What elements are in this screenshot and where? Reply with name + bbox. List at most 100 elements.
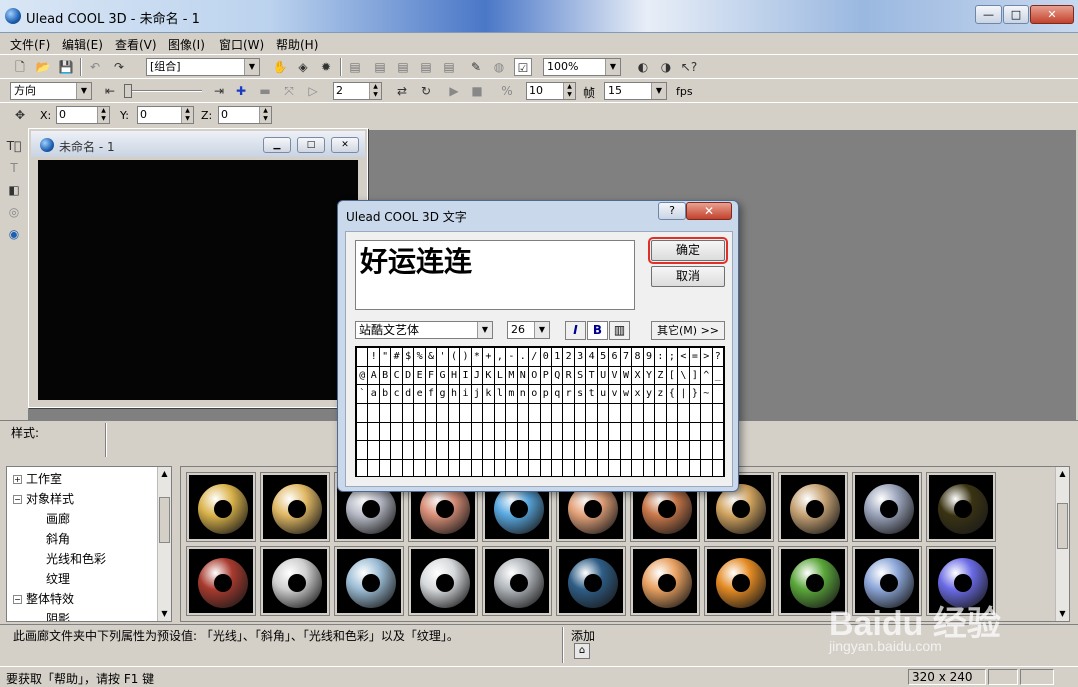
character-cell[interactable] — [470, 459, 484, 476]
character-cell[interactable]: j — [470, 384, 484, 405]
reverse-icon[interactable]: ▷ — [304, 82, 322, 100]
character-cell[interactable] — [677, 403, 690, 423]
character-cell[interactable] — [665, 421, 679, 442]
character-cell[interactable]: 8 — [631, 347, 644, 367]
character-cell[interactable] — [528, 459, 541, 476]
character-cell[interactable] — [608, 403, 621, 423]
character-cell[interactable] — [505, 421, 518, 442]
menu-view[interactable]: 查看(V) — [115, 36, 157, 53]
character-cell[interactable]: t — [585, 384, 598, 405]
character-cell[interactable] — [516, 440, 530, 461]
character-cell[interactable] — [493, 440, 507, 461]
scroll-down-icon[interactable]: ▼ — [1056, 607, 1069, 621]
remove-keyframe-icon[interactable]: ▬ — [256, 82, 274, 100]
character-cell[interactable]: Y — [642, 365, 656, 386]
character-cell[interactable] — [378, 440, 392, 461]
character-cell[interactable]: X — [631, 365, 644, 386]
character-cell[interactable] — [505, 440, 518, 461]
character-cell[interactable]: g — [436, 384, 449, 405]
character-cell[interactable]: F — [424, 365, 438, 386]
character-cell[interactable]: m — [505, 384, 518, 405]
ok-button[interactable]: 确定 — [648, 237, 728, 264]
character-cell[interactable] — [596, 459, 610, 476]
character-cell[interactable]: ` — [356, 384, 369, 405]
character-cell[interactable]: r — [562, 384, 575, 405]
scroll-thumb[interactable] — [159, 497, 170, 543]
gallery-thumbnail[interactable] — [778, 472, 848, 542]
scroll-thumb[interactable] — [1057, 503, 1068, 549]
fps-combo[interactable]: 15 ▼ — [604, 82, 667, 100]
insert-geometry-icon[interactable]: ◧ — [5, 181, 23, 199]
character-cell[interactable] — [424, 440, 438, 461]
character-cell[interactable] — [539, 421, 552, 442]
gallery-thumbnail[interactable] — [630, 546, 700, 616]
frames-spinner[interactable]: 10 ▲ ▼ — [526, 82, 576, 100]
tree-item-studio[interactable]: + 工作室 — [13, 470, 62, 487]
character-cell[interactable] — [378, 403, 392, 423]
character-cell[interactable]: _ — [711, 365, 724, 386]
character-cell[interactable] — [665, 440, 679, 461]
character-cell[interactable]: h — [447, 384, 461, 405]
character-cell[interactable] — [619, 403, 633, 423]
character-cell[interactable]: B — [378, 365, 392, 386]
character-cell[interactable] — [539, 440, 552, 461]
character-cell[interactable]: x — [631, 384, 644, 405]
character-cell[interactable] — [665, 459, 679, 476]
character-cell[interactable]: w — [619, 384, 633, 405]
character-cell[interactable]: = — [688, 347, 702, 367]
character-cell[interactable] — [413, 421, 426, 442]
attribute-combo[interactable]: 方向 ▼ — [10, 82, 92, 100]
gallery-thumbnail[interactable] — [556, 546, 626, 616]
scroll-up-icon[interactable]: ▲ — [158, 467, 171, 481]
character-cell[interactable]: P — [539, 365, 552, 386]
character-cell[interactable] — [573, 440, 587, 461]
character-cell[interactable]: T — [585, 365, 598, 386]
character-cell[interactable] — [585, 440, 598, 461]
character-cell[interactable] — [619, 440, 633, 461]
add-to-gallery-icon[interactable]: ⌂ — [574, 643, 590, 659]
character-cell[interactable] — [413, 440, 426, 461]
character-cell[interactable] — [528, 421, 541, 442]
character-cell[interactable] — [401, 421, 415, 442]
character-cell[interactable] — [619, 421, 633, 442]
character-cell[interactable] — [665, 403, 679, 423]
document-minimize-button[interactable]: ▁ — [263, 137, 291, 153]
character-cell[interactable] — [654, 403, 667, 423]
character-cell[interactable] — [367, 459, 380, 476]
scroll-up-icon[interactable]: ▲ — [1056, 467, 1069, 481]
character-cell[interactable] — [573, 421, 587, 442]
character-cell[interactable] — [356, 403, 369, 423]
character-cell[interactable] — [356, 421, 369, 442]
character-cell[interactable]: 0 — [539, 347, 552, 367]
character-cell[interactable]: W — [619, 365, 633, 386]
character-cell[interactable]: f — [424, 384, 438, 405]
character-cell[interactable] — [711, 421, 724, 442]
character-cell[interactable] — [688, 421, 702, 442]
character-cell[interactable]: L — [493, 365, 507, 386]
character-cell[interactable] — [424, 459, 438, 476]
character-cell[interactable] — [677, 440, 690, 461]
z-position-spinner[interactable]: 0 ▲ ▼ — [218, 106, 272, 124]
character-cell[interactable] — [378, 459, 392, 476]
character-cell[interactable] — [539, 403, 552, 423]
character-cell[interactable] — [631, 440, 644, 461]
character-cell[interactable]: v — [608, 384, 621, 405]
edit-text-icon[interactable]: T — [5, 159, 23, 177]
dialog-help-button[interactable]: ? — [658, 202, 686, 220]
character-cell[interactable] — [654, 421, 667, 442]
character-cell[interactable]: ) — [459, 347, 472, 367]
character-cell[interactable]: ? — [711, 347, 724, 367]
character-cell[interactable] — [528, 403, 541, 423]
character-cell[interactable]: ( — [447, 347, 461, 367]
character-cell[interactable] — [447, 459, 461, 476]
character-cell[interactable] — [642, 421, 656, 442]
tree-item-gallery[interactable]: 画廊 — [46, 510, 70, 527]
character-cell[interactable]: / — [528, 347, 541, 367]
character-cell[interactable] — [470, 421, 484, 442]
new-file-icon[interactable]: 🗋 — [11, 58, 29, 76]
character-cell[interactable] — [573, 403, 587, 423]
globe-icon[interactable]: ◍ — [490, 58, 508, 76]
rotate-icon[interactable]: ✹ — [317, 58, 335, 76]
character-cell[interactable]: K — [482, 365, 495, 386]
vertical-text-icon[interactable]: ▥ — [609, 321, 630, 340]
